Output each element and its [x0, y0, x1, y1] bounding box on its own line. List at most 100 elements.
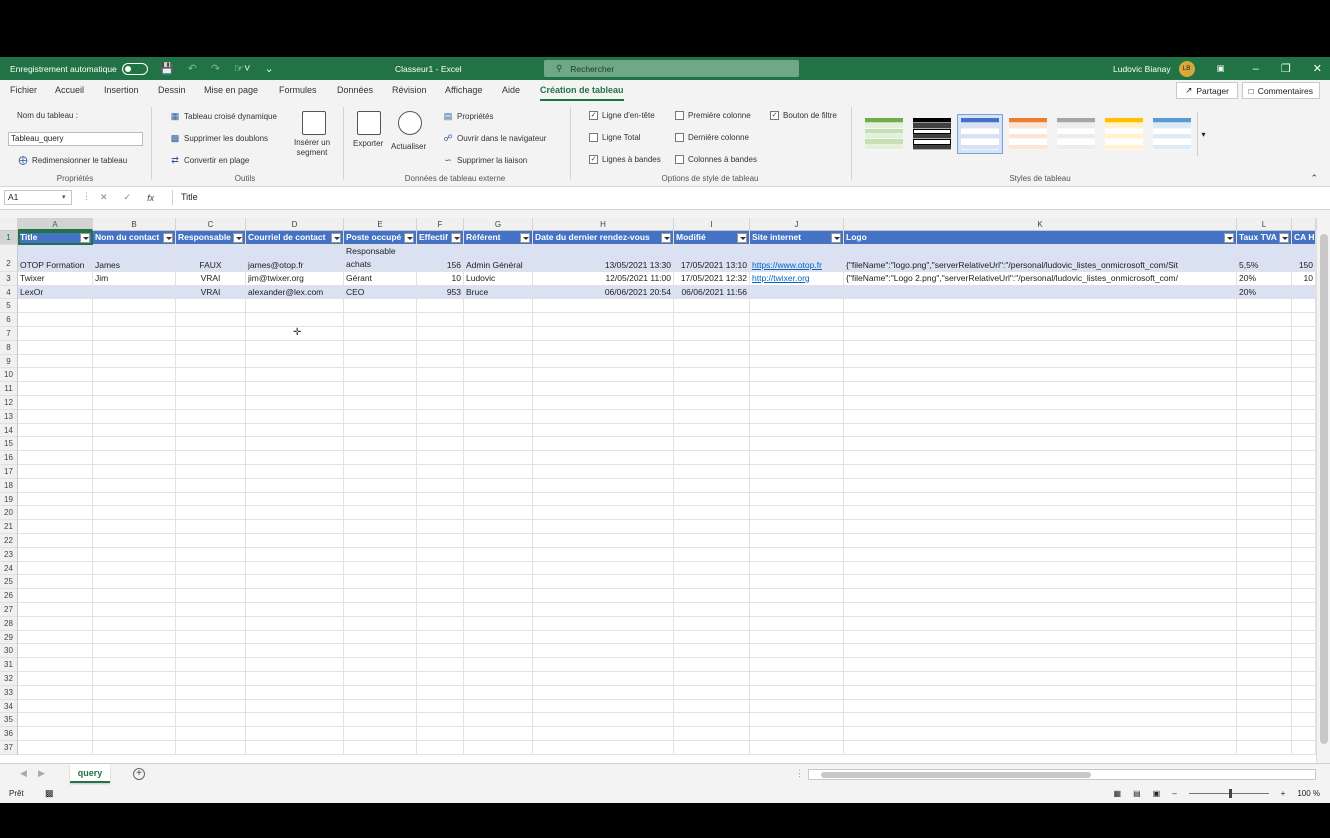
- empty-cell[interactable]: [417, 699, 464, 714]
- table-cell-title[interactable]: LexOr: [18, 285, 93, 300]
- banded-columns-checkbox[interactable]: Colonnes à bandes: [675, 155, 757, 164]
- empty-cell[interactable]: [18, 658, 93, 672]
- empty-cell[interactable]: [1237, 409, 1292, 424]
- empty-cell[interactable]: [1292, 589, 1316, 603]
- empty-cell[interactable]: [93, 672, 176, 686]
- empty-cell[interactable]: [1292, 313, 1316, 327]
- empty-cell[interactable]: [344, 658, 417, 672]
- empty-cell[interactable]: [176, 713, 246, 728]
- empty-cell[interactable]: [344, 713, 417, 728]
- empty-cell[interactable]: [844, 727, 1237, 741]
- empty-cell[interactable]: [344, 727, 417, 741]
- column-header-K[interactable]: K: [844, 218, 1237, 231]
- empty-cell[interactable]: [246, 713, 344, 728]
- empty-cell[interactable]: [1237, 658, 1292, 672]
- empty-cell[interactable]: [1237, 534, 1292, 548]
- empty-cell[interactable]: [464, 451, 533, 465]
- row-header[interactable]: 28: [0, 616, 18, 631]
- empty-cell[interactable]: [417, 658, 464, 672]
- empty-cell[interactable]: [1292, 409, 1316, 424]
- table-cell-site[interactable]: [750, 285, 844, 300]
- table-header-cell[interactable]: Référent: [464, 231, 533, 245]
- empty-cell[interactable]: [344, 478, 417, 493]
- empty-cell[interactable]: [750, 561, 844, 576]
- column-header-G[interactable]: G: [464, 218, 533, 231]
- empty-cell[interactable]: [844, 368, 1237, 383]
- empty-cell[interactable]: [464, 534, 533, 548]
- empty-cell[interactable]: [533, 382, 674, 396]
- empty-cell[interactable]: [464, 340, 533, 355]
- empty-cell[interactable]: [176, 313, 246, 327]
- empty-cell[interactable]: [464, 616, 533, 631]
- empty-cell[interactable]: [176, 699, 246, 714]
- filter-dropdown-icon[interactable]: [661, 233, 671, 243]
- empty-cell[interactable]: [246, 575, 344, 590]
- empty-cell[interactable]: [18, 699, 93, 714]
- ribbon-display-icon[interactable]: ▣: [1217, 63, 1225, 74]
- empty-cell[interactable]: [464, 575, 533, 590]
- empty-cell[interactable]: [176, 327, 246, 341]
- insert-slicer-button[interactable]: Insérer un segment: [294, 138, 330, 158]
- tab-donnees[interactable]: Données: [337, 80, 373, 101]
- empty-cell[interactable]: [417, 368, 464, 383]
- empty-cell[interactable]: [533, 478, 674, 493]
- row-header[interactable]: 33: [0, 685, 18, 700]
- empty-cell[interactable]: [246, 299, 344, 314]
- table-cell-contact[interactable]: [93, 285, 176, 300]
- undo-icon[interactable]: ↶: [188, 62, 197, 75]
- table-cell-title[interactable]: OTOP Formation: [18, 244, 93, 272]
- empty-cell[interactable]: [1237, 589, 1292, 603]
- empty-cell[interactable]: [750, 630, 844, 645]
- row-header[interactable]: 36: [0, 727, 18, 741]
- empty-cell[interactable]: [417, 437, 464, 452]
- empty-cell[interactable]: [93, 575, 176, 590]
- empty-cell[interactable]: [93, 713, 176, 728]
- empty-cell[interactable]: [176, 741, 246, 755]
- empty-cell[interactable]: [750, 603, 844, 617]
- column-header-m[interactable]: [1292, 218, 1316, 231]
- tab-affichage[interactable]: Affichage: [445, 80, 482, 101]
- empty-cell[interactable]: [844, 478, 1237, 493]
- empty-cell[interactable]: [750, 313, 844, 327]
- row-header[interactable]: 17: [0, 465, 18, 479]
- empty-cell[interactable]: [750, 437, 844, 452]
- empty-cell[interactable]: [533, 520, 674, 534]
- row-header[interactable]: 26: [0, 589, 18, 603]
- row-header[interactable]: 1: [0, 231, 18, 245]
- table-header-cell[interactable]: Responsable: [176, 231, 246, 245]
- empty-cell[interactable]: [344, 299, 417, 314]
- empty-cell[interactable]: [344, 340, 417, 355]
- empty-cell[interactable]: [674, 492, 750, 507]
- empty-cell[interactable]: [464, 382, 533, 396]
- accessibility-icon[interactable]: ▩: [45, 788, 54, 799]
- tab-dessin[interactable]: Dessin: [158, 80, 186, 101]
- empty-cell[interactable]: [750, 616, 844, 631]
- empty-cell[interactable]: [18, 478, 93, 493]
- empty-cell[interactable]: [246, 506, 344, 521]
- column-header-B[interactable]: B: [93, 218, 176, 231]
- row-header[interactable]: 30: [0, 644, 18, 659]
- empty-cell[interactable]: [674, 465, 750, 479]
- table-cell-ca[interactable]: [1292, 285, 1316, 300]
- empty-cell[interactable]: [176, 396, 246, 410]
- row-header[interactable]: 12: [0, 396, 18, 410]
- empty-cell[interactable]: [844, 506, 1237, 521]
- filter-dropdown-icon[interactable]: [331, 233, 341, 243]
- empty-cell[interactable]: [344, 644, 417, 659]
- empty-cell[interactable]: [344, 534, 417, 548]
- empty-cell[interactable]: [1237, 492, 1292, 507]
- row-header[interactable]: 15: [0, 437, 18, 452]
- empty-cell[interactable]: [344, 616, 417, 631]
- empty-cell[interactable]: [93, 327, 176, 341]
- row-header[interactable]: 29: [0, 630, 18, 645]
- empty-cell[interactable]: [344, 451, 417, 465]
- empty-cell[interactable]: [93, 340, 176, 355]
- empty-cell[interactable]: [464, 727, 533, 741]
- export-button[interactable]: Exporter: [353, 139, 383, 148]
- horizontal-scrollbar[interactable]: [808, 769, 1316, 780]
- table-cell-tva[interactable]: 5,5%: [1237, 244, 1292, 272]
- empty-cell[interactable]: [344, 423, 417, 438]
- empty-cell[interactable]: [1237, 616, 1292, 631]
- row-header[interactable]: 19: [0, 492, 18, 507]
- empty-cell[interactable]: [844, 672, 1237, 686]
